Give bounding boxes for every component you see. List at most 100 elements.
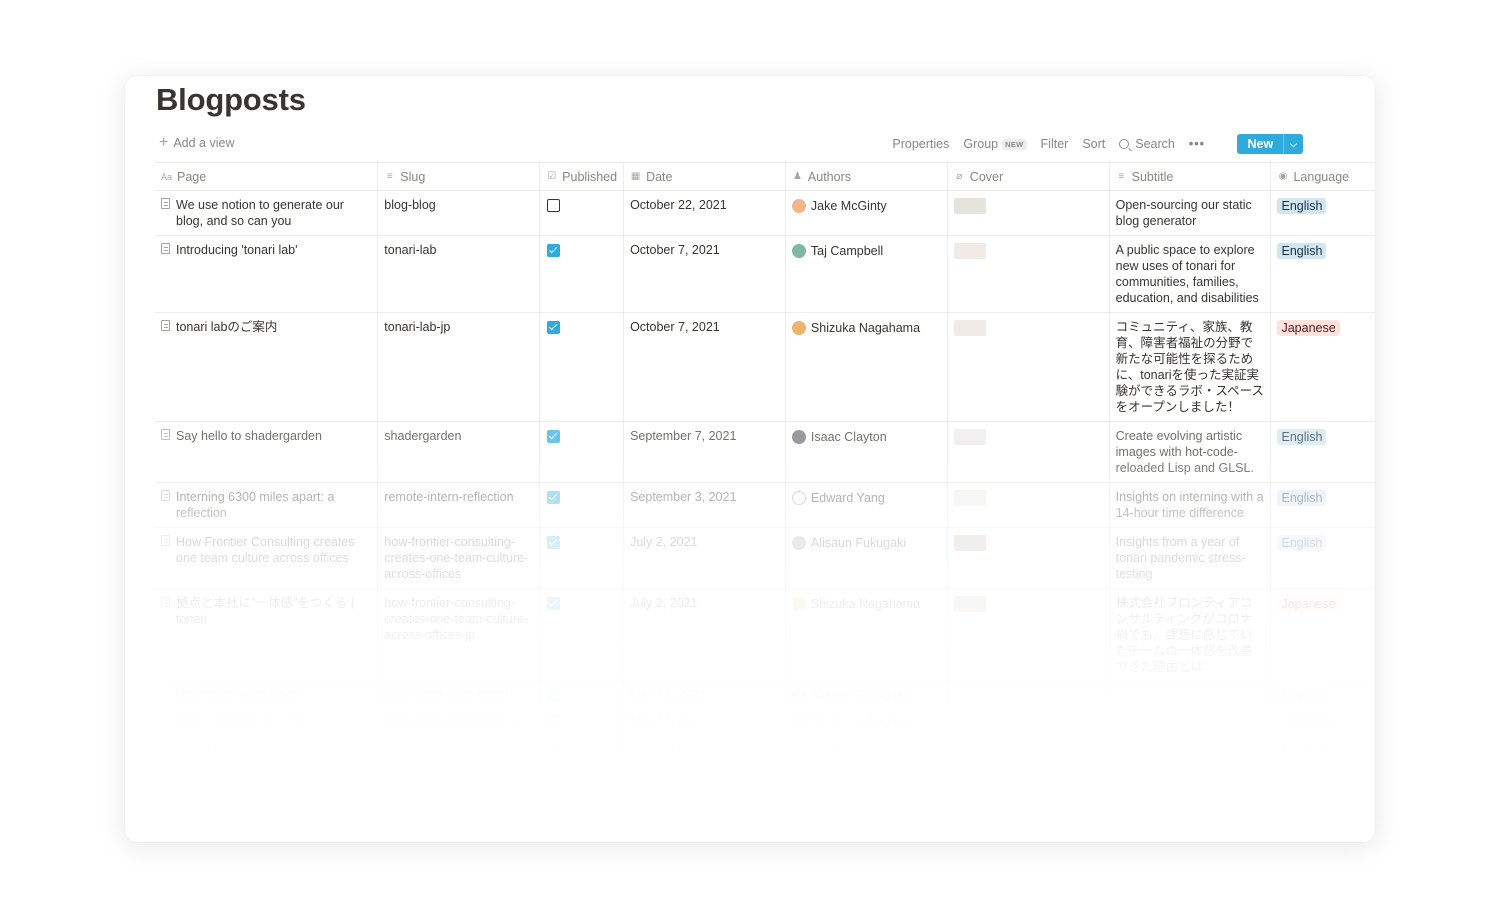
published-checkbox[interactable] xyxy=(547,199,561,212)
date-cell[interactable]: March 30, 2021 xyxy=(624,760,786,786)
date-cell[interactable]: July 2, 2021 xyxy=(623,527,786,589)
column-header[interactable]: ≡ Subtitle xyxy=(1109,162,1272,191)
slug-cell[interactable]: tonari-lab-jp xyxy=(377,312,541,422)
page-title-link[interactable]: Introducing 'tonari lab' xyxy=(176,242,298,258)
subtitle-cell[interactable]: Insights from a year of tonari pandemic … xyxy=(1109,527,1272,589)
cover-cell[interactable] xyxy=(947,312,1110,422)
language-cell[interactable]: English xyxy=(1270,235,1375,313)
table-row[interactable]: tonariのtonariの使い方 how-tonari-uses-tonari… xyxy=(155,708,1375,734)
slug-cell[interactable]: remote-intern-reflection xyxy=(377,482,541,528)
page-cell[interactable]: How Frontier Consulting creates one team… xyxy=(155,527,379,589)
published-cell[interactable] xyxy=(540,734,624,760)
subtitle-cell[interactable]: 株式会社フロンティアコンサルティングがコロナ禍でも、課題に感じていたチームの一体… xyxy=(1109,589,1271,682)
page-cell[interactable]: We use notion to generate our blog, and … xyxy=(155,190,379,236)
page-cell[interactable]: How tonari uses tonari xyxy=(155,682,378,708)
slug-cell[interactable]: tonari-lab xyxy=(377,235,541,313)
table-row[interactable]: Say hello to shadergarden shadergarden S… xyxy=(155,421,1375,483)
more-options-icon[interactable]: ••• xyxy=(1189,137,1205,151)
slug-cell[interactable]: how-tonari-uses-tonari-jp xyxy=(378,708,540,734)
language-cell[interactable]: Japanese xyxy=(1270,312,1375,422)
cover-cell[interactable] xyxy=(947,235,1110,313)
slug-cell[interactable]: oversized-image-test xyxy=(378,734,540,760)
page-cell[interactable]: Interning 6300 miles apart: a reflection xyxy=(155,482,379,528)
published-checkbox[interactable] xyxy=(547,766,561,779)
column-header[interactable]: ♟ Authors xyxy=(785,162,948,191)
published-checkbox[interactable] xyxy=(547,321,561,334)
language-cell[interactable]: Japanese xyxy=(1271,589,1375,682)
published-checkbox[interactable] xyxy=(547,740,561,753)
page-title-link[interactable]: We use notion to generate our blog, and … xyxy=(176,197,371,229)
table-row[interactable]: How tonari uses tonari how-tonari-uses-t… xyxy=(155,682,1375,708)
table-row[interactable]: Introducing 'tonari lab' tonari-lab Octo… xyxy=(155,235,1375,313)
page-cell[interactable]: notion blog test xyxy=(155,734,378,760)
author-cell[interactable]: Shizuka Nagahama xyxy=(785,312,948,422)
language-cell[interactable]: English xyxy=(1271,734,1375,760)
published-cell[interactable] xyxy=(539,235,625,313)
author-cell[interactable]: Isaac Clayton xyxy=(785,421,948,483)
language-cell[interactable]: English xyxy=(1271,760,1375,786)
filter-button[interactable]: Filter xyxy=(1041,137,1069,151)
author-cell[interactable]: Alisaun Fukugaki xyxy=(785,708,947,734)
cover-cell[interactable] xyxy=(947,482,1110,528)
published-cell[interactable] xyxy=(539,190,625,236)
date-cell[interactable]: October 7, 2021 xyxy=(623,312,786,422)
slug-cell[interactable]: blog-blog xyxy=(377,190,541,236)
table-row[interactable]: How Frontier Consulting creates one team… xyxy=(155,527,1375,589)
slug-cell[interactable] xyxy=(378,760,540,786)
page-title-link[interactable]: tonari labのご案内 xyxy=(176,319,277,335)
date-cell[interactable]: July 2, 2021 xyxy=(624,589,786,682)
column-header[interactable]: ☑ Published xyxy=(539,162,625,191)
author-cell[interactable]: Alisaun Fukugaki xyxy=(785,527,948,589)
slug-cell[interactable]: how-tonari-uses-tonari xyxy=(378,682,540,708)
page-cell[interactable]: tonari labのご案内 xyxy=(155,312,379,422)
subtitle-cell[interactable] xyxy=(1109,682,1271,708)
subtitle-cell[interactable]: コミュニティ、家族、教育、障害者福祉の分野で新たな可能性を探るために、tonar… xyxy=(1109,312,1272,422)
cover-cell[interactable] xyxy=(947,734,1109,760)
cover-thumbnail[interactable] xyxy=(953,596,986,612)
page-title-link[interactable]: notion blog test xyxy=(176,738,261,754)
page-title-link[interactable]: Introducing "directel" xyxy=(176,764,291,780)
slug-cell[interactable]: how-frontier-consulting-creates-one-team… xyxy=(378,589,540,682)
table-row[interactable]: notion blog test oversized-image-test Ma… xyxy=(155,734,1375,760)
published-checkbox[interactable] xyxy=(547,491,561,504)
date-cell[interactable]: September 3, 2021 xyxy=(623,482,786,528)
slug-cell[interactable]: how-frontier-consulting-creates-one-team… xyxy=(377,527,541,589)
subtitle-cell[interactable]: Insights on interning with a 14-hour tim… xyxy=(1109,482,1272,528)
sort-button[interactable]: Sort xyxy=(1082,137,1105,151)
published-checkbox[interactable] xyxy=(547,597,561,610)
language-cell[interactable]: English xyxy=(1270,482,1375,528)
cover-cell[interactable] xyxy=(947,760,1109,786)
page-cell[interactable]: tonariのtonariの使い方 xyxy=(155,708,378,734)
cover-cell[interactable] xyxy=(947,708,1109,734)
column-header[interactable]: ▦ Date xyxy=(623,162,786,191)
published-cell[interactable] xyxy=(540,682,624,708)
table-row[interactable]: We use notion to generate our blog, and … xyxy=(155,190,1375,236)
search-button[interactable]: Search xyxy=(1119,137,1175,151)
published-cell[interactable] xyxy=(539,421,625,483)
published-cell[interactable] xyxy=(539,527,625,589)
cover-thumbnail[interactable] xyxy=(953,429,986,445)
author-cell[interactable]: Alisaun Fukugaki xyxy=(785,682,947,708)
cover-cell[interactable] xyxy=(947,421,1110,483)
page-title-link[interactable]: How Frontier Consulting creates one team… xyxy=(176,534,371,566)
author-cell[interactable]: Jake McGinty xyxy=(785,760,947,786)
page-cell[interactable]: 拠点と本社に"一体感"をつくる | tonari xyxy=(155,589,378,682)
cover-cell[interactable] xyxy=(947,527,1110,589)
table-row[interactable]: 拠点と本社に"一体感"をつくる | tonari how-frontier-co… xyxy=(155,589,1375,682)
author-cell[interactable]: Taj Campbell xyxy=(785,235,948,313)
language-cell[interactable]: English xyxy=(1270,421,1375,483)
published-cell[interactable] xyxy=(540,760,624,786)
cover-cell[interactable] xyxy=(947,190,1110,236)
language-cell[interactable]: Japanese xyxy=(1271,708,1375,734)
date-cell[interactable]: October 7, 2021 xyxy=(623,235,786,313)
published-checkbox[interactable] xyxy=(547,244,561,257)
published-cell[interactable] xyxy=(539,482,625,528)
language-cell[interactable]: English xyxy=(1270,527,1375,589)
published-checkbox[interactable] xyxy=(547,536,561,549)
table-row[interactable]: Introducing "directel" March 30, 2021 Ja… xyxy=(155,760,1375,786)
table-row[interactable]: Interning 6300 miles apart: a reflection… xyxy=(155,482,1375,528)
subtitle-cell[interactable]: Open-sourcing our static blog generator xyxy=(1109,190,1272,236)
cover-thumbnail[interactable] xyxy=(953,739,986,755)
date-cell[interactable]: September 7, 2021 xyxy=(623,421,786,483)
cover-thumbnail[interactable] xyxy=(953,243,986,259)
